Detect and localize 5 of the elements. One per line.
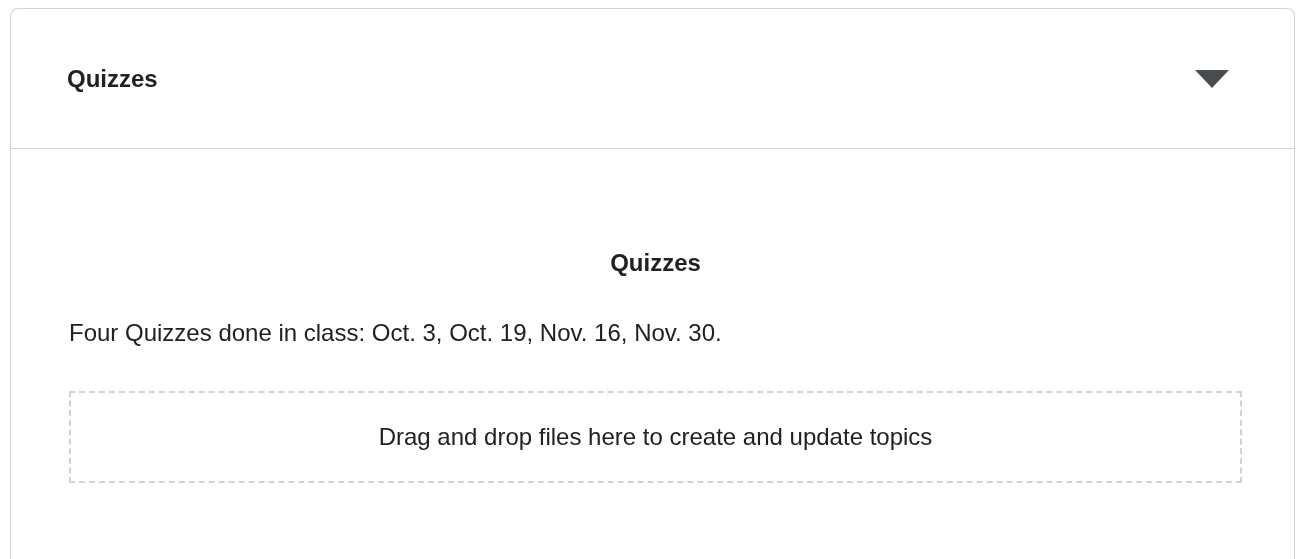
file-drop-zone[interactable]: Drag and drop files here to create and update topics: [69, 391, 1242, 483]
description-text: Four Quizzes done in class: Oct. 3, Oct. 19, Nov. 16, Nov. 30.: [69, 318, 723, 348]
content-heading: Quizzes: [609, 248, 702, 278]
section-title: Quizzes: [67, 63, 158, 94]
caret-icon[interactable]: [1194, 68, 1230, 89]
